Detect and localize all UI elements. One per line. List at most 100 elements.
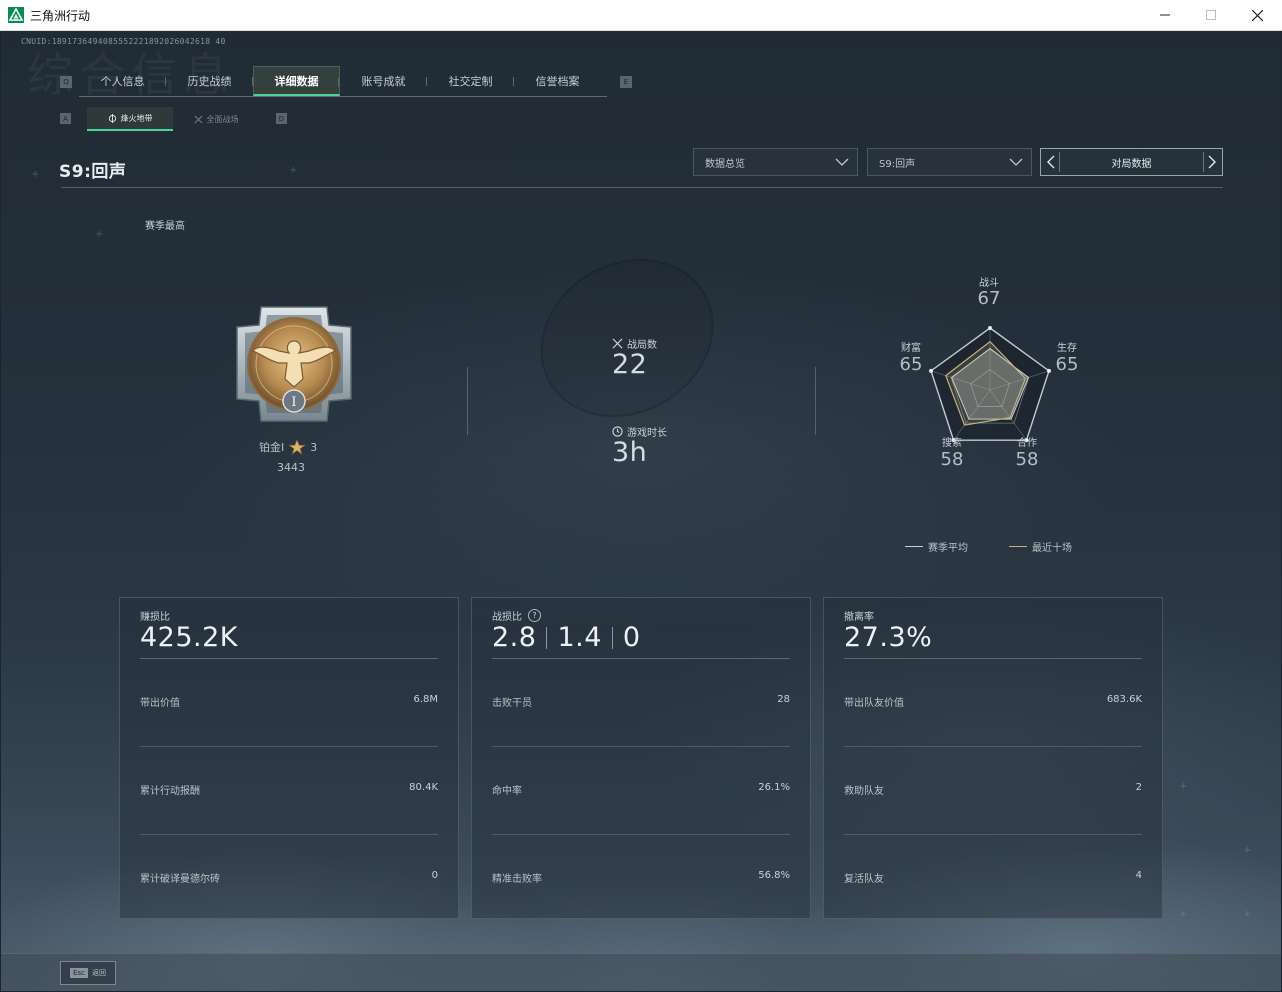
matches-count: 22	[612, 349, 648, 380]
back-label: 返回	[91, 969, 106, 977]
overview-dropdown[interactable]: 数据总览	[693, 148, 858, 176]
radar-label-teamwork: 合作	[1017, 438, 1037, 449]
back-button[interactable]: Esc 返回	[60, 961, 116, 985]
full-battle-icon	[194, 115, 202, 123]
stat-label: 累计破译曼德尔砖	[140, 874, 220, 885]
stat-value: 0	[431, 870, 438, 881]
clock-icon	[612, 426, 623, 437]
rank-tier-row: 铂金I 3	[259, 439, 317, 455]
header-divider	[61, 187, 1223, 188]
row-divider	[844, 834, 1142, 835]
stat-value: 683.6K	[1106, 694, 1142, 705]
tab-detailed-data[interactable]: 详细数据	[253, 66, 340, 96]
row-divider	[140, 834, 438, 835]
stat-label: 带出价值	[140, 698, 180, 709]
legend-season-avg-line	[905, 546, 923, 547]
esc-key: Esc	[70, 968, 88, 978]
stat-row: 精准击败率 56.8%	[492, 870, 790, 885]
stat-row: 复活队友 4	[844, 870, 1142, 885]
radar-vertex-dot	[988, 326, 992, 330]
radar-value-wealth: 65	[899, 354, 923, 375]
stat-row: 累计行动报酬 80.4K	[140, 782, 438, 797]
stat-value: 28	[777, 694, 790, 705]
stat-value: 56.8%	[758, 870, 790, 881]
window-title: 三角洲行动	[30, 9, 91, 23]
radar-label-survival: 生存	[1057, 343, 1077, 354]
radar-label-combat: 战斗	[979, 278, 999, 289]
card-value: 425.2K	[140, 622, 239, 653]
pager-label: 对局数据	[1111, 158, 1152, 170]
card-head-line	[844, 658, 1142, 659]
chevron-down-icon	[1009, 158, 1023, 166]
kd-sep	[611, 626, 613, 649]
card-head-line	[492, 658, 790, 659]
card-head-line	[140, 658, 438, 659]
tab-next-key[interactable]: E	[620, 76, 632, 88]
tab-reputation[interactable]: 信誉档案	[514, 66, 601, 96]
subtab-prev-key[interactable]: A	[60, 113, 71, 124]
tab-personal-info[interactable]: 个人信息	[79, 66, 166, 96]
stat-row: 累计破译曼德尔砖 0	[140, 870, 438, 885]
radar-value-combat: 67	[977, 288, 1001, 309]
subtab-hazard-zone-label: 烽火地带	[120, 113, 153, 123]
section-divider	[467, 367, 468, 435]
stat-label: 救助队友	[844, 786, 884, 797]
stat-label: 带出队友价值	[844, 698, 904, 709]
svg-text:I: I	[291, 395, 296, 410]
minimize-icon	[1160, 14, 1170, 16]
close-button[interactable]	[1234, 0, 1280, 30]
stat-value: 4	[1135, 870, 1142, 881]
match-data-pager: 对局数据	[1040, 148, 1223, 176]
card-label-text: 战损比	[492, 612, 522, 623]
card-label: 赚损比	[140, 612, 170, 623]
hazard-zone-icon	[108, 113, 116, 123]
star-icon	[288, 439, 307, 455]
rank-badge-icon: I	[236, 306, 352, 422]
deco-cross: +	[289, 165, 298, 176]
tab-prev-key[interactable]: Q	[60, 76, 72, 88]
deco-cross: +	[31, 169, 40, 180]
close-icon	[1251, 9, 1263, 21]
chevron-left-icon[interactable]	[1046, 155, 1056, 169]
row-divider	[140, 746, 438, 747]
stat-row: 带出队友价值 683.6K	[844, 694, 1142, 709]
stat-label: 累计行动报酬	[140, 786, 200, 797]
stat-value: 2	[1135, 782, 1142, 793]
season-best-label: 赛季最高	[145, 221, 185, 232]
profit-loss-card: 赚损比 425.2K 带出价值 6.8M 累计行动报酬 80.4K 累计破译曼德尔砖…	[119, 597, 459, 919]
tab-history[interactable]: 历史战绩	[166, 66, 253, 96]
radar-label-wealth: 财富	[901, 343, 921, 354]
stat-label: 命中率	[492, 786, 522, 797]
deco-cross: +	[1243, 909, 1252, 920]
season-dropdown[interactable]: S9:回声	[867, 148, 1032, 176]
radar-label-search: 搜索	[942, 438, 962, 449]
chevron-right-icon[interactable]	[1207, 155, 1217, 169]
stat-label: 复活队友	[844, 874, 884, 885]
subtab-hazard-zone[interactable]: 烽火地带	[87, 107, 173, 131]
card-label: 撤离率	[844, 612, 874, 623]
maximize-icon	[1206, 10, 1216, 20]
maximize-button[interactable]	[1188, 0, 1234, 30]
extraction-rate-card: 撤离率 27.3% 带出队友价值 683.6K 救助队友 2 复活队友 4	[823, 597, 1163, 919]
minimize-button[interactable]	[1142, 0, 1188, 30]
kd-value: 1.4	[557, 622, 602, 653]
radar-value-survival: 65	[1055, 354, 1079, 375]
subtab-next-key[interactable]: D	[276, 113, 287, 124]
cnuid-label: CNUID:1891736494085552221892026042618 40	[21, 37, 226, 46]
stat-row: 击败干员 28	[492, 694, 790, 709]
kd-value: 2.8	[492, 622, 537, 653]
tab-social[interactable]: 社交定制	[427, 66, 514, 96]
tab-achievements[interactable]: 账号成就	[340, 66, 427, 96]
subtab-full-battle-label: 全面战场	[206, 114, 239, 124]
stat-label: 击败干员	[492, 698, 532, 709]
legend-season-avg: 赛季平均	[905, 539, 968, 554]
radar-value-search: 58	[940, 449, 964, 470]
season-title: S9:回声	[59, 162, 127, 182]
deco-cross: +	[1179, 781, 1188, 792]
rank-score: 3443	[277, 461, 305, 474]
subtab-full-battle[interactable]: 全面战场	[173, 107, 259, 131]
deco-cross: +	[1243, 845, 1252, 856]
help-icon[interactable]: ?	[528, 609, 541, 622]
app-logo-icon	[8, 7, 24, 23]
bottom-bar: Esc 返回	[1, 953, 1281, 991]
